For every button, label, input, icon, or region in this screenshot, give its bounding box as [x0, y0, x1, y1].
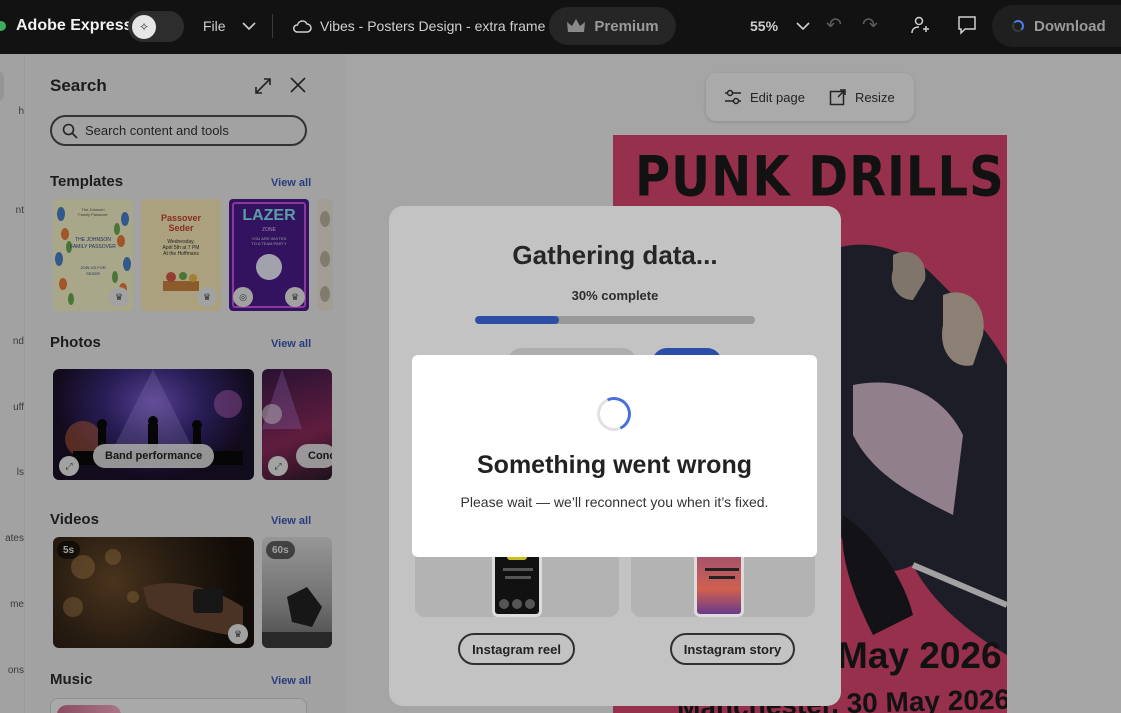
cloud-icon [293, 20, 312, 33]
undo-icon[interactable]: ↶ [826, 14, 842, 37]
assistant-toggle[interactable]: ✧ [128, 11, 184, 42]
error-title: Something went wrong [477, 451, 752, 479]
share-person-icon[interactable] [910, 15, 930, 35]
chevron-down-icon [241, 22, 256, 30]
top-bar: Adobe Express ✧ File Vibes - Posters Des… [0, 0, 1121, 54]
progress-text: 30% complete [571, 288, 659, 303]
instagram-reel-preview[interactable] [415, 552, 619, 617]
sparkle-icon: ✧ [132, 14, 156, 39]
error-modal: Something went wrong Please wait — we’ll… [412, 355, 817, 557]
chevron-down-icon [796, 22, 810, 30]
file-menu[interactable]: File [203, 0, 256, 52]
crown-icon [567, 19, 586, 32]
topbar-divider [272, 14, 273, 38]
phone-mockup [694, 552, 744, 617]
document-title[interactable]: Vibes - Posters Design - extra frame [292, 0, 545, 52]
phone-mockup [492, 552, 542, 617]
download-label: Download [1034, 17, 1106, 35]
premium-label: Premium [594, 17, 659, 35]
document-title-text: Vibes - Posters Design - extra frame [320, 18, 546, 34]
app-name: Adobe Express [16, 17, 133, 34]
download-button[interactable]: Download [992, 5, 1121, 47]
zoom-value: 55% [750, 18, 779, 34]
instagram-reel-button[interactable]: Instagram reel [458, 633, 575, 665]
redo-icon[interactable]: ↷ [862, 14, 878, 37]
progress-bar-fill [475, 316, 559, 324]
zoom-select[interactable]: 55% [750, 0, 810, 52]
progress-bar [475, 316, 755, 324]
loading-spinner-icon [1012, 20, 1024, 32]
premium-button[interactable]: Premium [549, 7, 676, 45]
error-message: Please wait — we’ll reconnect you when i… [460, 494, 769, 510]
gathering-title: Gathering data... [512, 240, 718, 270]
instagram-story-button[interactable]: Instagram story [670, 633, 795, 665]
brand-logo-icon [0, 21, 6, 31]
comment-icon[interactable] [956, 15, 978, 35]
instagram-story-preview[interactable] [631, 552, 815, 617]
app-brand[interactable]: Adobe Express [0, 0, 132, 52]
file-label: File [203, 18, 226, 34]
loading-spinner-icon [592, 392, 636, 436]
